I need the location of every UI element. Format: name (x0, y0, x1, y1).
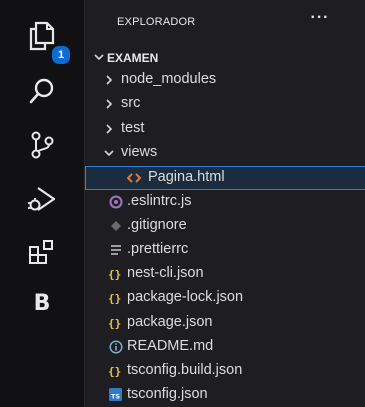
explorer-header: EXPLORADOR ··· (85, 0, 365, 42)
extensions-icon (29, 240, 53, 264)
b-extension-icon: B (33, 290, 51, 316)
tree-item-gitignore[interactable]: .gitignore (85, 214, 365, 238)
tree-item-label: node_modules (121, 71, 217, 87)
tree-item-label: package-lock.json (127, 289, 244, 305)
root-folder-examen[interactable]: EXAMEN (85, 48, 365, 68)
chevron-right-icon (106, 124, 113, 134)
vscode-window: 1 B EXPLORADOR ··· EXAMEN node_modules s… (0, 0, 365, 407)
explorer-panel: EXPLORADOR ··· EXAMEN node_modules src t… (84, 0, 365, 407)
svg-text:{}: {} (108, 365, 121, 378)
tree-item-prettierrc[interactable]: .prettierrc (85, 238, 365, 262)
svg-text:{}: {} (108, 292, 121, 305)
tree-item-label: .prettierrc (127, 241, 189, 257)
tree-item-tsconfig-json[interactable]: TS tsconfig.json (85, 383, 365, 407)
tree-item-node-modules[interactable]: node_modules (85, 68, 365, 92)
explorer-badge: 1 (50, 44, 72, 66)
json-file-icon: {} (108, 268, 121, 281)
git-file-icon (111, 221, 121, 231)
tree-item-package-lock-json[interactable]: {} package-lock.json (85, 286, 365, 310)
tree-item-label: .eslintrc.js (127, 193, 192, 209)
tree-item-label: tsconfig.build.json (127, 362, 243, 378)
eslint-file-icon (109, 195, 123, 209)
activity-bar: 1 B (0, 0, 84, 407)
run-debug-icon (28, 187, 56, 211)
root-folder-label: EXAMEN (107, 51, 159, 65)
tree-item-label: README.md (127, 338, 214, 354)
svg-text:TS: TS (111, 393, 120, 401)
explorer-title: EXPLORADOR (117, 16, 196, 28)
tree-item-label: Pagina.html (148, 169, 225, 185)
tree-item-src[interactable]: src (85, 92, 365, 116)
extensions-activity-button[interactable] (0, 226, 84, 280)
json-file-icon: {} (108, 365, 121, 378)
svg-text:{}: {} (108, 317, 121, 330)
chevron-down-icon (94, 54, 104, 61)
tree-item-eslintrc[interactable]: .eslintrc.js (85, 190, 365, 214)
json-file-icon: {} (108, 292, 121, 305)
typescript-file-icon: TS (109, 388, 122, 401)
tree-item-package-json[interactable]: {} package.json (85, 311, 365, 335)
svg-text:{}: {} (108, 268, 121, 281)
tree-item-nest-cli-json[interactable]: {} nest-cli.json (85, 262, 365, 286)
tree-item-label: nest-cli.json (127, 265, 204, 281)
chevron-down-icon (104, 150, 114, 157)
json-file-icon: {} (108, 317, 121, 330)
tree-item-label: src (121, 95, 141, 111)
tree-item-views[interactable]: views (85, 141, 365, 165)
tree-item-readme[interactable]: README.md (85, 335, 365, 359)
tree-item-label: .gitignore (127, 217, 187, 233)
explorer-activity-button[interactable]: 1 (0, 10, 84, 66)
info-file-icon (109, 340, 123, 354)
more-actions-button[interactable]: ··· (309, 10, 331, 31)
tree-item-test[interactable]: test (85, 117, 365, 141)
chevron-right-icon (106, 75, 113, 85)
tree-item-pagina-html[interactable]: Pagina.html (85, 166, 365, 190)
tree-item-label: views (121, 144, 158, 160)
run-debug-activity-button[interactable] (0, 172, 84, 226)
tree-item-label: package.json (127, 314, 213, 330)
source-control-icon (31, 131, 54, 159)
chevron-right-icon (106, 99, 113, 109)
b-extension-activity-button[interactable]: B (0, 276, 84, 330)
html-file-icon (127, 173, 141, 183)
config-file-icon (111, 245, 121, 255)
tree-item-label: tsconfig.json (127, 386, 208, 402)
source-control-activity-button[interactable] (0, 118, 84, 172)
search-activity-button[interactable] (0, 64, 84, 118)
tree-item-tsconfig-build-json[interactable]: {} tsconfig.build.json (85, 359, 365, 383)
search-icon (29, 78, 54, 104)
tree-item-label: test (121, 120, 145, 136)
